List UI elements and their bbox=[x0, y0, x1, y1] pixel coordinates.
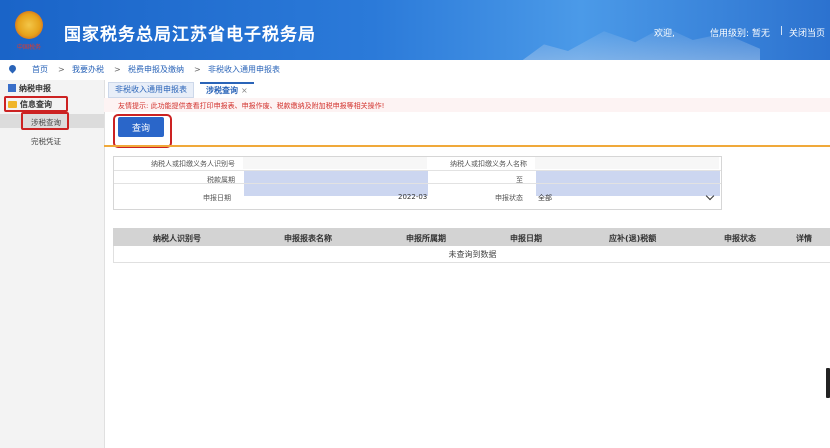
empty-message: 未查询到数据 bbox=[448, 250, 497, 259]
to-label: 至 bbox=[516, 176, 523, 184]
breadcrumb-current: 非税收入通用申报表 bbox=[208, 65, 280, 74]
highlight-box bbox=[4, 96, 68, 112]
sidebar-subitem-tax-certificate[interactable]: 完税凭证 bbox=[31, 136, 61, 147]
emblem-caption: 中国税务 bbox=[16, 44, 41, 51]
tab-tax-query[interactable]: 涉税查询 × bbox=[200, 82, 254, 98]
breadcrumb-separator: > bbox=[58, 65, 65, 74]
highlight-box bbox=[21, 112, 69, 130]
col-taxpayer-id: 纳税人识别号 bbox=[153, 234, 201, 243]
col-report-name: 申报报表名称 bbox=[284, 234, 332, 243]
credit-level[interactable]: 信用级别: 暂无 bbox=[710, 26, 770, 39]
table-header bbox=[113, 228, 830, 246]
header-separator: | bbox=[780, 26, 784, 36]
taxpayer-id-field bbox=[243, 157, 427, 169]
tax-period-label: 税款属期 bbox=[207, 176, 235, 184]
col-tax-amount: 应补(退)税额 bbox=[609, 234, 657, 243]
status-select[interactable] bbox=[536, 184, 720, 196]
divider bbox=[104, 145, 830, 147]
taxpayer-id-label: 纳税人或扣缴义务人识别号 bbox=[151, 160, 235, 168]
grid-icon bbox=[8, 84, 16, 92]
site-title: 国家税务总局江苏省电子税务局 bbox=[64, 25, 316, 45]
col-declare-date: 申报日期 bbox=[510, 234, 542, 243]
breadcrumb-home[interactable]: 首页 bbox=[32, 62, 48, 78]
scrollbar[interactable] bbox=[826, 368, 830, 398]
highlight-box bbox=[113, 114, 172, 148]
great-wall-graphic bbox=[520, 26, 760, 60]
status-label: 申报状态 bbox=[495, 194, 523, 202]
col-detail: 详情 bbox=[796, 234, 812, 243]
notice-text: 友情提示: 此功能提供查看打印申报表、申报作废、税款缴纳及附加税申报等相关操作! bbox=[118, 102, 385, 110]
status-value: 全部 bbox=[538, 194, 552, 202]
sidebar-item-label: 纳税申报 bbox=[19, 84, 51, 93]
tax-period-end-input[interactable] bbox=[536, 171, 720, 183]
col-status: 申报状态 bbox=[724, 234, 756, 243]
breadcrumb-i-want-tax[interactable]: 我要办税 bbox=[72, 62, 104, 78]
sidebar-item-tax-declare[interactable]: 纳税申报 bbox=[8, 83, 51, 94]
breadcrumb: 首页 > 我要办税 > 税费申报及缴纳 > 非税收入通用申报表 bbox=[0, 62, 830, 78]
tab-non-tax-report[interactable]: 非税收入通用申报表 bbox=[108, 82, 194, 98]
tax-emblem-icon bbox=[15, 11, 43, 39]
declare-date-label: 申报日期 bbox=[203, 194, 231, 202]
table-row: 未查询到数据 bbox=[113, 246, 830, 263]
top-banner: 中国税务 国家税务总局江苏省电子税务局 欢迎, 信用级别: 暂无 | 关闭当页 bbox=[0, 0, 830, 60]
breadcrumb-separator: > bbox=[114, 65, 121, 74]
close-page-link[interactable]: 关闭当页 bbox=[789, 26, 825, 39]
taxpayer-name-field bbox=[535, 157, 719, 169]
taxpayer-name-label: 纳税人或扣缴义务人名称 bbox=[450, 160, 527, 168]
welcome-text: 欢迎, bbox=[654, 29, 675, 39]
location-pin-icon bbox=[7, 63, 18, 74]
breadcrumb-separator: > bbox=[194, 65, 201, 74]
tab-label: 涉税查询 bbox=[206, 86, 238, 95]
close-icon[interactable]: × bbox=[241, 86, 248, 95]
breadcrumb-declare-pay[interactable]: 税费申报及缴纳 bbox=[128, 62, 184, 78]
tax-period-start-input[interactable] bbox=[244, 171, 428, 183]
tab-label: 非税收入通用申报表 bbox=[115, 85, 187, 94]
col-period: 申报所属期 bbox=[406, 234, 446, 243]
